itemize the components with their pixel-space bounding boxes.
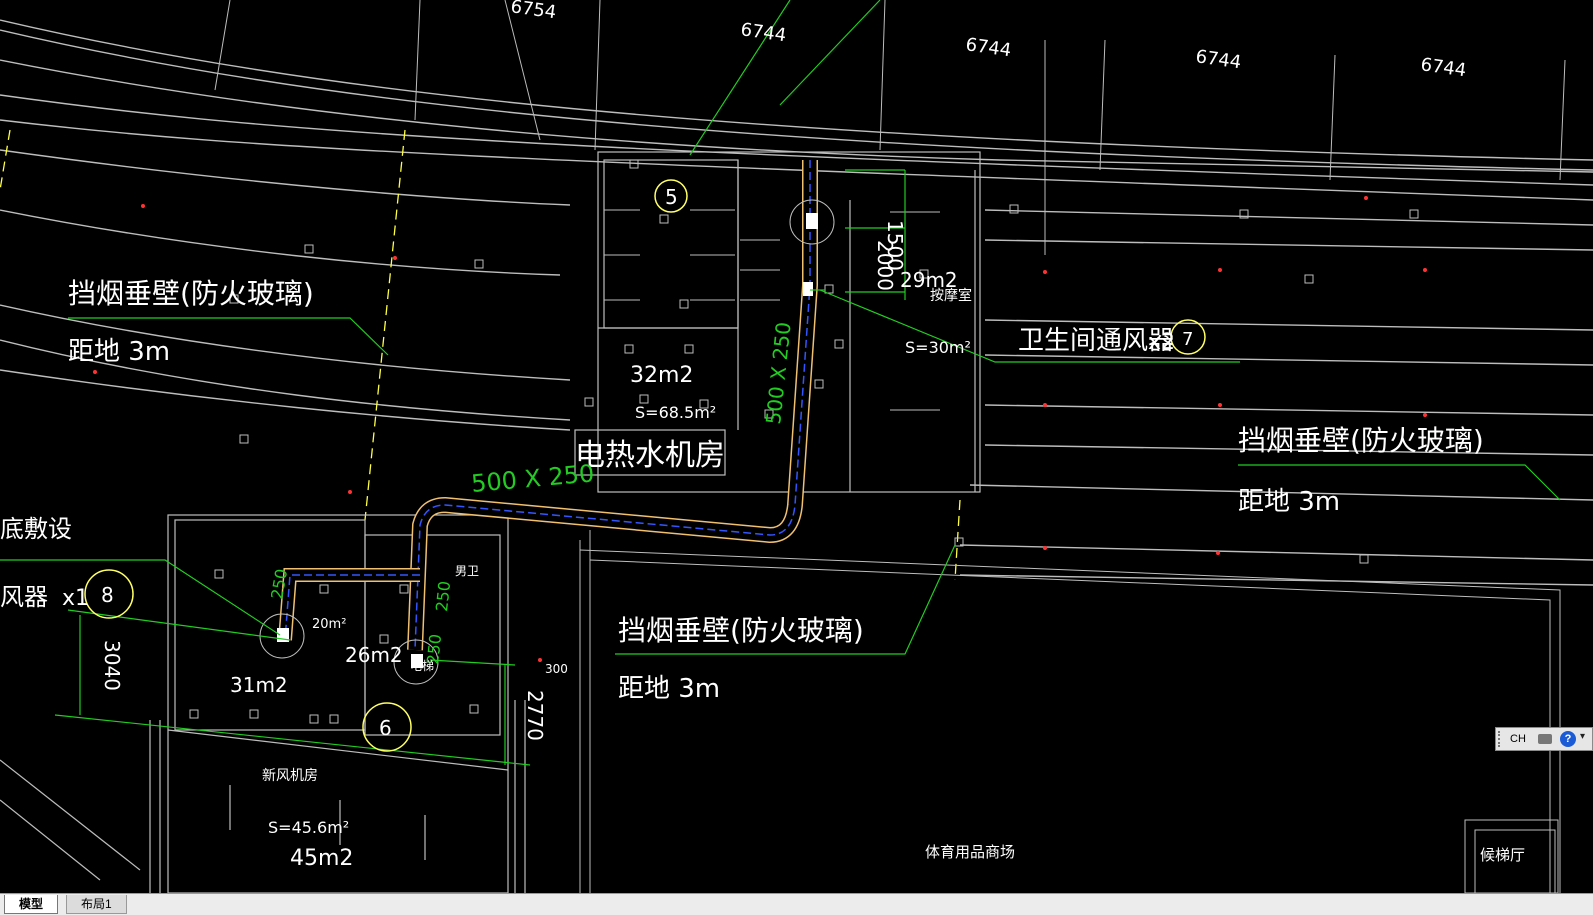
ime-grip-icon[interactable] <box>1498 731 1504 747</box>
duct-run <box>278 160 818 651</box>
room-area-31: 31m2 <box>230 673 288 697</box>
tab-model[interactable]: 模型 <box>4 895 59 914</box>
fan-count-7: x2 <box>1148 330 1175 355</box>
dim-2000: 2000 <box>873 240 897 291</box>
circle-number-6: 6 <box>379 716 392 740</box>
grid-dim-3: 6744 <box>1194 46 1242 73</box>
fan-count-8: x1 <box>62 586 89 611</box>
ime-toolbar[interactable]: CH ? ▾ <box>1495 727 1593 751</box>
layout-tab-bar: 模型 布局1 <box>0 893 1593 915</box>
room-small-1: 男卫 <box>455 564 479 578</box>
grid-dim-labels: 6754 6744 6744 6744 6744 <box>509 0 1467 81</box>
smoke-wall-label-3: 挡烟垂壁(防火玻璃) <box>618 614 864 647</box>
grid-dim-4: 6744 <box>1419 54 1467 81</box>
room-area-32: 32m2 <box>630 363 693 388</box>
ime-language[interactable]: CH <box>1510 733 1526 745</box>
room-area-s456: S=45.6m² <box>268 818 349 837</box>
fresh-air-room-label: 新风机房 <box>262 768 318 784</box>
fan-icons <box>259 199 835 685</box>
hot-water-room-label: 电热水机房 <box>575 438 725 473</box>
fan-callout-8-line1: 底敷设 <box>0 515 72 543</box>
circle-number-8: 8 <box>101 583 114 607</box>
ime-options-icon[interactable]: ▾ <box>1580 731 1585 742</box>
help-icon[interactable]: ? <box>1560 731 1576 747</box>
elevator-hall-label: 候梯厅 <box>1480 846 1525 864</box>
room-area-s685: S=68.5m² <box>635 403 716 422</box>
circle-number-7: 7 <box>1182 329 1193 350</box>
annotation-texts: 挡烟垂壁(防火玻璃) 距地 3m 挡烟垂壁(防火玻璃) 距地 3m 挡烟垂壁(防… <box>0 277 1484 704</box>
height-label-2: 距地 3m <box>1238 487 1340 517</box>
room-area-45: 45m2 <box>290 846 353 871</box>
smoke-wall-label-2: 挡烟垂壁(防火玻璃) <box>1238 424 1484 457</box>
sports-store-label: 体育用品商场 <box>925 843 1015 861</box>
lower-toilet-block <box>0 514 526 893</box>
room-area-s30: S=30m² <box>905 338 971 357</box>
grid-ticks <box>214 0 1566 255</box>
dim-300: 300 <box>545 662 568 676</box>
room-area-20: 20m² <box>312 617 346 632</box>
duct-label-250-c: 250 <box>423 633 445 665</box>
tab-layout1[interactable]: 布局1 <box>66 895 127 914</box>
dim-2770: 2770 <box>523 690 547 741</box>
duct-label-250-b: 250 <box>432 580 454 612</box>
grid-dim-2: 6744 <box>964 34 1012 61</box>
height-label-1: 距地 3m <box>68 337 170 367</box>
circle-number-5: 5 <box>665 185 678 209</box>
keyboard-icon[interactable] <box>1538 734 1552 744</box>
smoke-wall-label-1: 挡烟垂壁(防火玻璃) <box>68 277 314 310</box>
upper-toilet-block <box>574 151 1561 893</box>
grid-dim-0: 6754 <box>509 0 557 23</box>
duct-label-vertical: 500 X 250 <box>761 321 796 426</box>
fan-callout-8-line2: 风器 <box>0 583 48 611</box>
drawing-canvas[interactable]: 6754 6744 6744 6744 6744 32m2 S=68.5m² 电… <box>0 0 1593 893</box>
dim-3040: 3040 <box>100 640 124 691</box>
duct-label-horizontal: 500 X 250 <box>470 459 595 498</box>
room-area-26: 26m2 <box>345 643 403 667</box>
height-label-3: 距地 3m <box>618 674 720 704</box>
cad-drawing: 6754 6744 6744 6744 6744 32m2 S=68.5m² 电… <box>0 0 1593 893</box>
grid-dim-1: 6744 <box>739 19 787 46</box>
massage-room-label: 按摩室 <box>930 287 972 304</box>
